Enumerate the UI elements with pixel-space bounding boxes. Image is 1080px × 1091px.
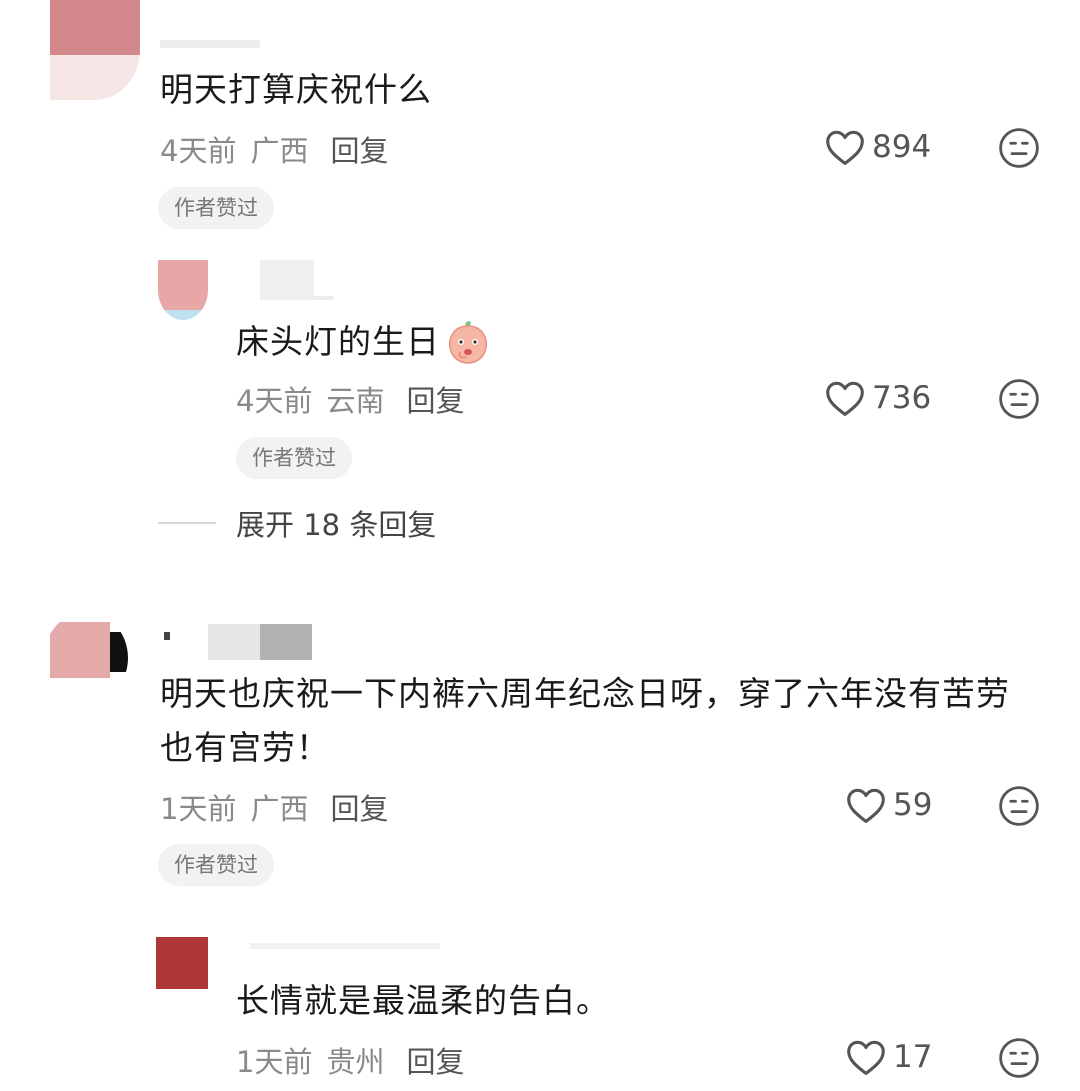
- username[interactable]: [208, 624, 260, 660]
- neutral-face-icon[interactable]: [998, 378, 1040, 420]
- comment-text: 明天打算庆祝什么: [160, 70, 432, 109]
- comment-meta: 1天前 广西 回复: [160, 786, 388, 828]
- reply-button[interactable]: 回复: [406, 384, 464, 418]
- heart-outline-icon: [847, 1040, 885, 1075]
- comment-text-line1: 明天也庆祝一下内裤六周年纪念日呀，穿了六年没有苦劳: [160, 674, 1010, 713]
- like-count: 736: [872, 380, 932, 416]
- like-button[interactable]: 736: [824, 379, 931, 417]
- author-liked-badge: 作者赞过: [158, 844, 274, 886]
- comment-time: 1天前: [160, 792, 237, 826]
- reply-text: 长情就是最温柔的告白。: [236, 981, 610, 1020]
- reply-button[interactable]: 回复: [330, 792, 388, 826]
- comment-item: 明天也庆祝一下内裤六周年纪念日呀，穿了六年没有苦劳 也有宫劳！ 1天前 广西 回复 …: [0, 612, 1080, 892]
- username[interactable]: [250, 943, 440, 949]
- expand-replies-label: 展开 18 条回复: [236, 508, 437, 542]
- reply-time: 4天前: [236, 384, 313, 418]
- heart-outline-icon: [847, 788, 885, 823]
- neutral-face-icon[interactable]: [998, 785, 1040, 827]
- reply-item: 床头灯的生日 4天前 云南 回复 736 作者赞过: [0, 250, 1080, 490]
- heart-outline-icon: [826, 130, 864, 165]
- avatar[interactable]: [50, 0, 140, 100]
- author-liked-badge: 作者赞过: [158, 187, 274, 229]
- expand-divider: [158, 522, 216, 524]
- comment-text-line2: 也有宫劳！: [160, 728, 330, 767]
- author-liked-badge: 作者赞过: [236, 437, 352, 479]
- like-button[interactable]: 894: [824, 128, 931, 166]
- reply-location: 云南: [326, 384, 385, 418]
- reply-meta: 4天前 云南 回复: [236, 378, 464, 420]
- username-mark: [164, 632, 170, 640]
- username[interactable]: [260, 260, 314, 300]
- like-count: 894: [872, 129, 932, 165]
- avatar[interactable]: [158, 260, 208, 320]
- reply-button[interactable]: 回复: [406, 1045, 464, 1079]
- username[interactable]: [160, 40, 260, 48]
- reply-location: 贵州: [326, 1045, 385, 1079]
- avatar[interactable]: [44, 612, 128, 704]
- username-tail: [314, 296, 334, 300]
- reply-text: 床头灯的生日: [236, 322, 440, 361]
- reply-button[interactable]: 回复: [330, 134, 388, 168]
- like-button[interactable]: 17: [845, 1038, 932, 1076]
- comment-time: 4天前: [160, 134, 237, 168]
- comment-location: 广西: [250, 792, 309, 826]
- reply-time: 1天前: [236, 1045, 313, 1079]
- reply-text-row: 床头灯的生日: [236, 314, 492, 370]
- expand-replies-button[interactable]: 展开 18 条回复: [158, 502, 436, 544]
- comment-meta: 4天前 广西 回复: [160, 128, 388, 170]
- peach-face-emoji: [448, 321, 488, 364]
- like-count: 17: [893, 1039, 933, 1075]
- neutral-face-icon[interactable]: [998, 1037, 1040, 1079]
- comment-item: 明天打算庆祝什么 4天前 广西 回复 894 作者赞过: [0, 0, 1080, 240]
- reply-item: 长情就是最温柔的告白。 1天前 贵州 回复 17: [0, 935, 1080, 1091]
- username-tail: [260, 624, 312, 660]
- like-button[interactable]: 59: [845, 786, 932, 824]
- heart-outline-icon: [826, 381, 864, 416]
- reply-meta: 1天前 贵州 回复: [236, 1039, 464, 1081]
- avatar[interactable]: [156, 937, 208, 989]
- neutral-face-icon[interactable]: [998, 127, 1040, 169]
- comment-location: 广西: [250, 134, 309, 168]
- like-count: 59: [893, 787, 933, 823]
